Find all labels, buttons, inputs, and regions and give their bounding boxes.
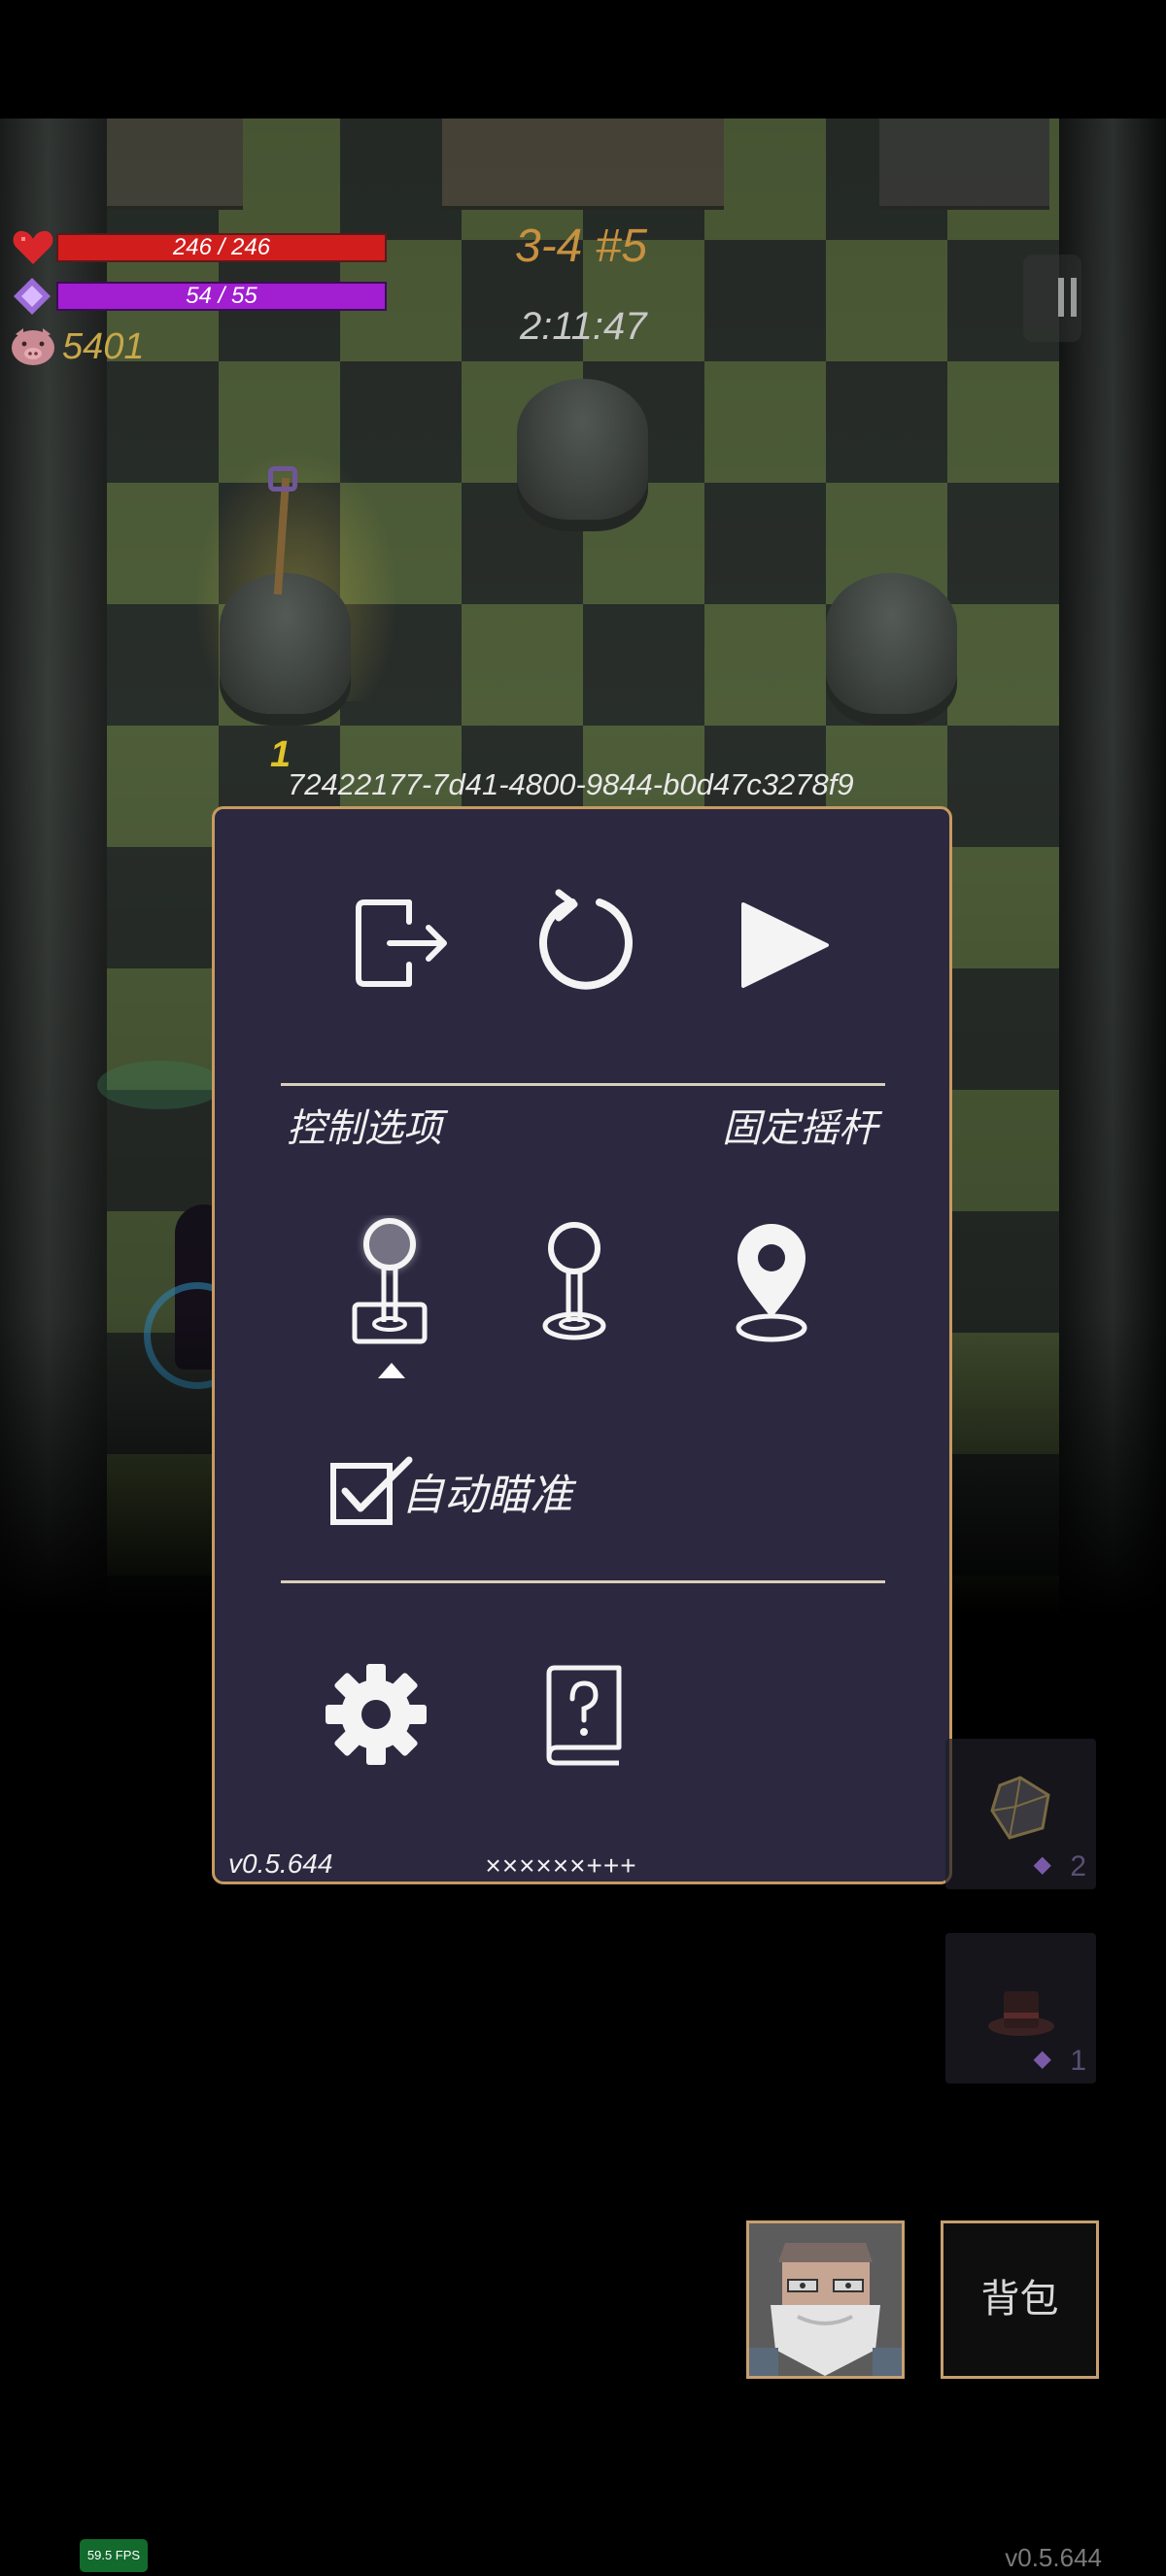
- item-slot[interactable]: ◆ 2: [945, 1739, 1096, 1889]
- mana-gem-icon: ◆: [1033, 1850, 1051, 1878]
- exit-icon: [356, 899, 447, 987]
- menu-version: v0.5.644: [228, 1848, 333, 1879]
- pause-button[interactable]: [1023, 254, 1081, 342]
- control-mode-value: 固定摇杆: [722, 1106, 877, 1151]
- help-book-icon: [546, 1665, 622, 1766]
- backpack-button[interactable]: 背包: [941, 2220, 1099, 2379]
- run-timer: 2:11:47: [520, 305, 647, 348]
- mana-gem-icon: ◆: [1033, 2045, 1051, 2072]
- auto-aim-label[interactable]: 自动瞄准: [401, 1460, 572, 1522]
- coin-count: 5401: [62, 326, 145, 367]
- location-pin-joystick-option[interactable]: [728, 1221, 815, 1347]
- selected-mode-indicator: [378, 1363, 405, 1378]
- location-pin-joystick-icon: [736, 1224, 807, 1342]
- divider: [281, 1083, 885, 1086]
- heart-icon: [13, 230, 53, 264]
- settings-button[interactable]: [324, 1662, 429, 1767]
- restart-button[interactable]: [535, 889, 636, 996]
- character-portrait-button[interactable]: [746, 2220, 905, 2379]
- resume-icon: [741, 902, 829, 988]
- session-id: 72422177-7d41-4800-9844-b0d47c3278f9: [288, 767, 854, 801]
- floating-joystick-icon: [542, 1222, 606, 1340]
- exit-button[interactable]: [351, 895, 452, 992]
- old-wizard-portrait-icon: [749, 2223, 902, 2376]
- app-version: v0.5.644: [1005, 2543, 1102, 2572]
- stage-label: 3-4 #5: [515, 220, 648, 272]
- mana-bar: 54 / 55: [56, 282, 387, 311]
- slot-count: 1: [1070, 2045, 1086, 2077]
- slot-count: 2: [1070, 1850, 1086, 1882]
- hat-icon: [988, 1991, 1054, 2036]
- health-bar: 246 / 246: [56, 233, 387, 262]
- resume-button[interactable]: [737, 898, 831, 992]
- fixed-joystick-option[interactable]: [341, 1215, 438, 1351]
- fps-counter: 59.5 FPS: [80, 2539, 148, 2572]
- divider: [281, 1580, 885, 1583]
- settings-gear-icon: [326, 1664, 427, 1765]
- mana-gem-icon: [14, 278, 51, 315]
- pig-coin-icon: [12, 328, 54, 365]
- dice-icon: [990, 1776, 1050, 1840]
- help-button[interactable]: [543, 1664, 625, 1767]
- item-slot[interactable]: ◆ 1: [945, 1933, 1096, 2084]
- restart-icon: [539, 889, 633, 990]
- menu-code: ××××××+++: [485, 1850, 637, 1881]
- fixed-joystick-icon: [352, 1217, 428, 1344]
- control-options-label: 控制选项: [287, 1106, 442, 1151]
- pause-menu-panel: 控制选项 固定摇杆 自动瞄准 v0.5.644 ××××××+++: [212, 806, 952, 1884]
- floating-joystick-option[interactable]: [535, 1221, 613, 1347]
